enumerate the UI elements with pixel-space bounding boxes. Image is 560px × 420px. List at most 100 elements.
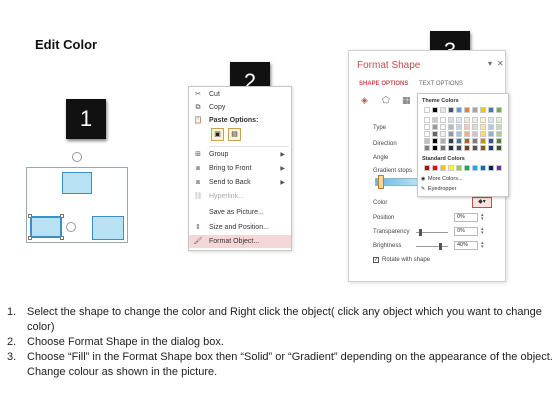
selection-handle[interactable] xyxy=(28,236,32,240)
color-swatch[interactable] xyxy=(432,131,438,137)
selection-handle[interactable] xyxy=(28,214,32,218)
color-swatch[interactable] xyxy=(456,124,462,130)
standard-color-swatch[interactable] xyxy=(488,165,494,171)
color-swatch[interactable] xyxy=(488,107,494,113)
color-swatch[interactable] xyxy=(440,124,446,130)
transparency-spinner-icon[interactable]: ▴ ▾ xyxy=(481,227,484,236)
menu-item-save-as-picture[interactable]: Save as Picture... xyxy=(189,206,291,219)
color-swatch[interactable] xyxy=(440,131,446,137)
brightness-spinner-icon[interactable]: ▴ ▾ xyxy=(481,241,484,250)
standard-color-swatch[interactable] xyxy=(472,165,478,171)
color-swatch[interactable] xyxy=(464,107,470,113)
right-rectangle-shape[interactable] xyxy=(92,216,124,240)
color-swatch[interactable] xyxy=(488,138,494,144)
close-icon[interactable]: ✕ xyxy=(497,59,504,68)
menu-item-hyperlink[interactable]: ⛓ Hyperlink... xyxy=(189,190,291,203)
menu-item-format-object[interactable]: 🖌 Format Object... xyxy=(189,235,291,248)
color-swatch[interactable] xyxy=(472,124,478,130)
color-swatch[interactable] xyxy=(424,117,430,123)
color-swatch[interactable] xyxy=(496,145,502,151)
color-swatch[interactable] xyxy=(472,131,478,137)
color-swatch[interactable] xyxy=(456,138,462,144)
color-swatch[interactable] xyxy=(432,145,438,151)
color-swatch[interactable] xyxy=(480,138,486,144)
color-swatch[interactable] xyxy=(432,138,438,144)
effects-icon[interactable]: ⬠ xyxy=(382,95,390,106)
color-swatch[interactable] xyxy=(496,107,502,113)
position-input[interactable]: 0% xyxy=(454,213,478,222)
color-swatch[interactable] xyxy=(424,107,430,113)
menu-item-group[interactable]: ⊞ Group ▶ xyxy=(189,148,291,161)
transparency-input[interactable]: 0% xyxy=(454,227,478,236)
color-picker-button[interactable]: ◆▾ xyxy=(472,197,492,208)
eyedropper-link[interactable]: Eyedropper xyxy=(428,186,456,192)
selection-handle[interactable] xyxy=(60,236,64,240)
color-swatch[interactable] xyxy=(440,145,446,151)
color-swatch[interactable] xyxy=(456,131,462,137)
menu-item-size-and-position[interactable]: ⇕ Size and Position... xyxy=(189,221,291,234)
color-swatch[interactable] xyxy=(424,138,430,144)
color-swatch[interactable] xyxy=(440,117,446,123)
menu-item-cut[interactable]: ✂ Cut xyxy=(189,88,291,101)
menu-item-copy[interactable]: ⧉ Copy xyxy=(189,101,291,114)
color-swatch[interactable] xyxy=(488,131,494,137)
color-swatch[interactable] xyxy=(496,124,502,130)
color-swatch[interactable] xyxy=(424,131,430,137)
pane-options-icon[interactable]: ▾ xyxy=(488,59,492,68)
size-properties-icon[interactable]: ▦ xyxy=(402,95,411,106)
position-spinner-icon[interactable]: ▴ ▾ xyxy=(481,213,484,222)
rotate-handle[interactable] xyxy=(66,222,76,232)
color-swatch[interactable] xyxy=(464,145,470,151)
color-swatch[interactable] xyxy=(496,117,502,123)
color-swatch[interactable] xyxy=(448,131,454,137)
standard-color-swatch[interactable] xyxy=(480,165,486,171)
rotate-with-shape-checkbox[interactable]: ✓ xyxy=(373,257,379,263)
paste-picture-icon[interactable]: ▤ xyxy=(228,128,241,141)
brightness-slider-knob[interactable] xyxy=(439,243,442,250)
color-swatch[interactable] xyxy=(448,107,454,113)
brightness-input[interactable]: 40% xyxy=(454,241,478,250)
color-swatch[interactable] xyxy=(448,138,454,144)
left-rectangle-shape[interactable] xyxy=(30,216,62,238)
transparency-slider-knob[interactable] xyxy=(419,229,422,236)
standard-color-swatch[interactable] xyxy=(456,165,462,171)
color-swatch[interactable] xyxy=(480,131,486,137)
color-swatch[interactable] xyxy=(480,117,486,123)
standard-color-swatch[interactable] xyxy=(440,165,446,171)
color-swatch[interactable] xyxy=(456,145,462,151)
color-swatch[interactable] xyxy=(480,107,486,113)
standard-color-swatch[interactable] xyxy=(448,165,454,171)
menu-item-send-to-back[interactable]: ⧈ Send to Back ▶ xyxy=(189,176,291,189)
color-swatch[interactable] xyxy=(424,145,430,151)
standard-color-swatch[interactable] xyxy=(464,165,470,171)
paste-keep-format-icon[interactable]: ▣ xyxy=(211,128,224,141)
gradient-stop-handle[interactable] xyxy=(378,175,384,189)
color-swatch[interactable] xyxy=(456,107,462,113)
color-swatch[interactable] xyxy=(488,145,494,151)
top-rectangle-shape[interactable] xyxy=(62,172,92,194)
color-swatch[interactable] xyxy=(464,138,470,144)
color-swatch[interactable] xyxy=(480,145,486,151)
color-swatch[interactable] xyxy=(472,138,478,144)
color-swatch[interactable] xyxy=(440,138,446,144)
color-swatch[interactable] xyxy=(448,145,454,151)
standard-color-swatch[interactable] xyxy=(496,165,502,171)
fill-line-icon[interactable]: ◈ xyxy=(361,95,368,106)
color-swatch[interactable] xyxy=(472,107,478,113)
color-swatch[interactable] xyxy=(448,124,454,130)
color-swatch[interactable] xyxy=(488,117,494,123)
color-swatch[interactable] xyxy=(464,117,470,123)
color-swatch[interactable] xyxy=(496,131,502,137)
tab-text-options[interactable]: TEXT OPTIONS xyxy=(419,81,463,87)
color-swatch[interactable] xyxy=(432,124,438,130)
color-swatch[interactable] xyxy=(464,131,470,137)
color-swatch[interactable] xyxy=(432,107,438,113)
selection-handle[interactable] xyxy=(60,214,64,218)
more-colors-link[interactable]: More Colors... xyxy=(428,176,463,182)
color-swatch[interactable] xyxy=(488,124,494,130)
color-swatch[interactable] xyxy=(456,117,462,123)
color-swatch[interactable] xyxy=(464,124,470,130)
color-swatch[interactable] xyxy=(432,117,438,123)
color-swatch[interactable] xyxy=(472,145,478,151)
color-swatch[interactable] xyxy=(424,124,430,130)
